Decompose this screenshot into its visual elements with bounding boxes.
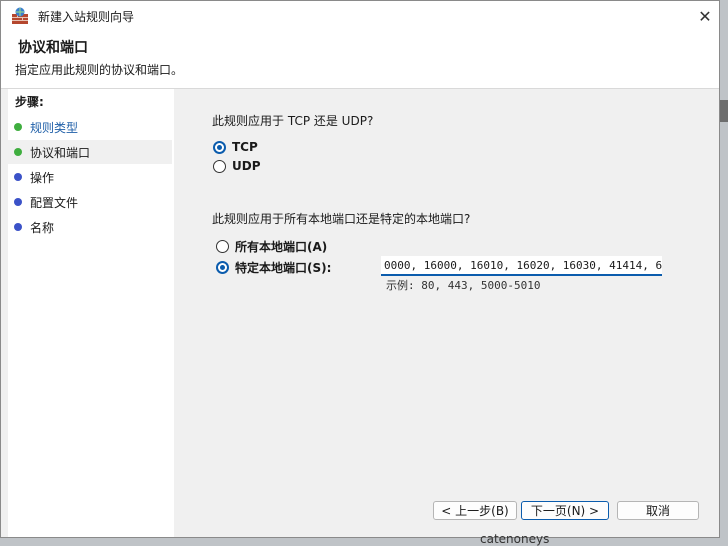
step-rule-type[interactable]: 规则类型 bbox=[8, 115, 172, 139]
cancel-button[interactable]: 取消 bbox=[617, 501, 699, 520]
steps-sidebar: 步骤: 规则类型 协议和端口 操作 配置文件 名称 bbox=[8, 89, 174, 537]
radio-button-checked[interactable] bbox=[213, 140, 226, 154]
step-bullet-icon bbox=[14, 148, 22, 156]
ports-input[interactable]: 0000, 16000, 16010, 16020, 16030, 41414,… bbox=[381, 256, 662, 276]
wizard-window: 新建入站规则向导 ✕ 协议和端口 指定应用此规则的协议和端口。 步骤: 规则类型… bbox=[0, 0, 720, 538]
step-label: 配置文件 bbox=[30, 195, 79, 210]
step-bullet-icon bbox=[14, 173, 22, 181]
page-description: 指定应用此规则的协议和端口。 bbox=[15, 63, 184, 77]
step-label: 规则类型 bbox=[30, 120, 79, 135]
step-bullet-icon bbox=[14, 223, 22, 231]
radio-button[interactable] bbox=[216, 240, 229, 253]
radio-all-ports[interactable]: 所有本地端口(A) bbox=[216, 238, 327, 255]
radio-label: 所有本地端口(A) bbox=[235, 240, 328, 254]
close-icon: ✕ bbox=[698, 7, 712, 26]
step-bullet-icon bbox=[14, 123, 22, 131]
step-label: 协议和端口 bbox=[30, 145, 91, 160]
step-name: 名称 bbox=[8, 215, 172, 239]
radio-label: UDP bbox=[232, 159, 261, 173]
background-text: catenoneys bbox=[480, 532, 550, 546]
title-bar: 新建入站规则向导 ✕ bbox=[1, 1, 719, 32]
steps-heading: 步骤: bbox=[15, 95, 44, 109]
radio-specific-ports[interactable]: 特定本地端口(S): bbox=[216, 259, 331, 276]
background-scrollbar bbox=[720, 100, 728, 122]
radio-label: TCP bbox=[232, 140, 258, 154]
page-header: 协议和端口 指定应用此规则的协议和端口。 bbox=[1, 32, 719, 89]
radio-button-checked[interactable] bbox=[216, 261, 229, 274]
step-label: 操作 bbox=[30, 170, 55, 185]
step-profile: 配置文件 bbox=[8, 190, 172, 214]
radio-udp[interactable]: UDP bbox=[213, 159, 261, 173]
step-bullet-icon bbox=[14, 198, 22, 206]
main-content: 此规则应用于 TCP 还是 UDP? TCP UDP 此规则应用于所有本地端口还… bbox=[177, 89, 719, 537]
step-protocol-ports[interactable]: 协议和端口 bbox=[8, 140, 172, 164]
page-title: 协议和端口 bbox=[18, 40, 88, 56]
ports-example: 示例: 80, 443, 5000-5010 bbox=[386, 279, 541, 292]
window-title: 新建入站规则向导 bbox=[38, 10, 135, 24]
step-action: 操作 bbox=[8, 165, 172, 189]
next-button[interactable]: 下一页(N) > bbox=[521, 501, 609, 520]
radio-label: 特定本地端口(S): bbox=[235, 261, 332, 275]
radio-tcp[interactable]: TCP bbox=[213, 140, 258, 154]
radio-button[interactable] bbox=[213, 159, 226, 173]
close-button[interactable]: ✕ bbox=[691, 1, 719, 32]
back-button[interactable]: < 上一步(B) bbox=[433, 501, 517, 520]
protocol-question: 此规则应用于 TCP 还是 UDP? bbox=[212, 114, 374, 128]
firewall-icon bbox=[12, 7, 28, 24]
step-label: 名称 bbox=[30, 220, 55, 235]
ports-question: 此规则应用于所有本地端口还是特定的本地端口? bbox=[212, 212, 471, 226]
